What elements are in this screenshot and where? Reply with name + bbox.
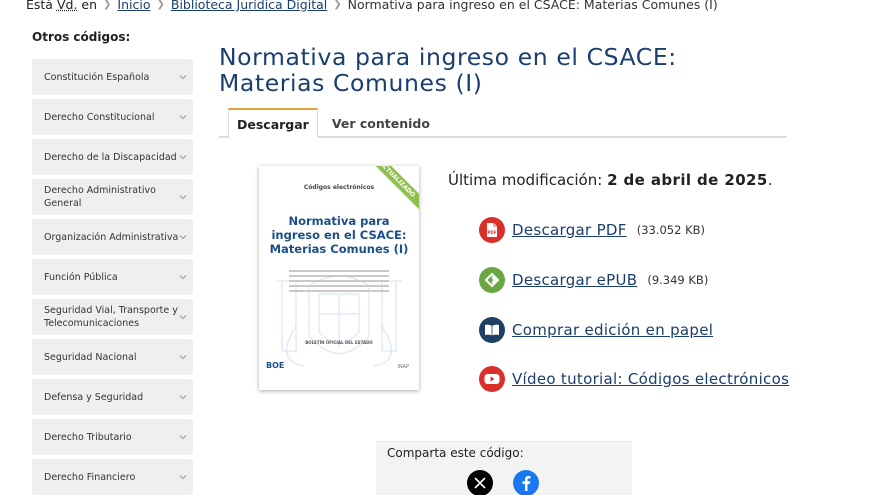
sidebar-item-label: Constitución Española <box>44 71 150 83</box>
sidebar-item-derecho-discapacidad[interactable]: Derecho de la Discapacidad <box>32 139 193 175</box>
sidebar-item-label: Derecho Financiero <box>44 471 136 483</box>
breadcrumb-library-link[interactable]: Biblioteca Jurídica Digital <box>171 0 327 12</box>
pdf-icon[interactable]: PDF <box>479 217 505 243</box>
chevron-down-icon <box>179 473 187 481</box>
sidebar-item-seguridad-nacional[interactable]: Seguridad Nacional <box>32 339 193 375</box>
sidebar-heading: Otros códigos: <box>32 30 131 44</box>
epub-file-size: (9.349 KB) <box>647 273 709 287</box>
share-box: Comparta este código: <box>376 441 632 495</box>
page-title: Normativa para ingreso en el CSACE: Mate… <box>219 43 677 97</box>
book-icon[interactable] <box>479 317 505 343</box>
breadcrumb-home-link[interactable]: Inicio <box>117 0 150 12</box>
svg-text:PDF: PDF <box>488 230 497 235</box>
sidebar-item-label: Defensa y Seguridad <box>44 391 144 403</box>
pdf-file-size: (33.052 KB) <box>636 223 706 237</box>
breadcrumb-prefix: Está Vd. en <box>26 0 98 12</box>
sidebar-item-derecho-tributario[interactable]: Derecho Tributario <box>32 419 193 455</box>
sidebar-item-seguridad-vial[interactable]: Seguridad Vial, Transporte y Telecomunic… <box>32 299 193 335</box>
download-pdf-row: PDF Descargar PDF (33.052 KB) <box>479 217 705 243</box>
chevron-down-icon <box>179 433 187 441</box>
last-modified-label: Última modificación: <box>448 171 603 189</box>
chevron-right-icon: ❯ <box>156 0 165 10</box>
cover-title: Normativa para ingreso en el CSACE: Mate… <box>269 214 409 256</box>
chevron-down-icon <box>179 313 187 321</box>
last-modified: Última modificación: 2 de abril de 2025. <box>448 171 773 189</box>
chevron-down-icon <box>179 393 187 401</box>
sidebar-code-list: Constitución Española Derecho Constituci… <box>32 59 193 495</box>
last-modified-date: 2 de abril de 2025 <box>607 171 768 189</box>
sidebar-item-label: Derecho de la Discapacidad <box>44 151 177 163</box>
youtube-icon[interactable] <box>479 366 505 392</box>
chevron-down-icon <box>179 233 187 241</box>
cover-publisher: BOLETÍN OFICIAL DEL ESTADO <box>305 340 373 345</box>
video-tutorial-link[interactable]: Vídeo tutorial: Códigos electrónicos <box>512 370 789 388</box>
video-tutorial-row: Vídeo tutorial: Códigos electrónicos <box>479 366 789 392</box>
sidebar-item-label: Derecho Constitucional <box>44 111 155 123</box>
sidebar-item-label: Seguridad Vial, Transporte y Telecomunic… <box>44 305 178 329</box>
facebook-icon[interactable] <box>513 470 539 495</box>
cover-text-lines <box>289 270 389 295</box>
chevron-down-icon <box>179 153 187 161</box>
sidebar-item-derecho-financiero[interactable]: Derecho Financiero <box>32 459 193 495</box>
download-pdf-link[interactable]: Descargar PDF <box>512 221 627 239</box>
x-icon[interactable] <box>467 470 493 495</box>
inap-logo: INAP <box>397 364 409 370</box>
chevron-right-icon: ❯ <box>103 0 112 10</box>
epub-icon[interactable] <box>479 267 505 293</box>
cover-series: Códigos electrónicos <box>303 184 375 191</box>
sidebar-item-label: Derecho Administrativo General <box>44 185 156 209</box>
sidebar-item-defensa-seguridad[interactable]: Defensa y Seguridad <box>32 379 193 415</box>
download-epub-link[interactable]: Descargar ePUB <box>512 271 637 289</box>
chevron-down-icon <box>179 273 187 281</box>
chevron-right-icon: ❯ <box>333 0 342 10</box>
breadcrumb-current: Normativa para ingreso en el CSACE: Mate… <box>347 0 718 12</box>
buy-paper-edition-link[interactable]: Comprar edición en papel <box>512 321 713 339</box>
buy-paper-row: Comprar edición en papel <box>479 317 713 343</box>
sidebar-item-constitucion-espanola[interactable]: Constitución Española <box>32 59 193 95</box>
sidebar-item-label: Seguridad Nacional <box>44 351 137 363</box>
share-label: Comparta este código: <box>387 446 524 460</box>
tab-ver-contenido[interactable]: Ver contenido <box>324 108 438 138</box>
boe-logo: BOE <box>266 361 285 370</box>
download-epub-row: Descargar ePUB (9.349 KB) <box>479 267 708 293</box>
chevron-down-icon <box>179 353 187 361</box>
sidebar-item-derecho-administrativo-general[interactable]: Derecho Administrativo General <box>32 179 193 215</box>
chevron-down-icon <box>179 113 187 121</box>
chevron-down-icon <box>179 73 187 81</box>
last-modified-period: . <box>767 171 773 189</box>
content-tabs: Descargar Ver contenido <box>219 108 787 138</box>
sidebar-item-derecho-constitucional[interactable]: Derecho Constitucional <box>32 99 193 135</box>
sidebar-item-funcion-publica[interactable]: Función Pública <box>32 259 193 295</box>
book-cover-image: ACTUALIZADO Códigos electrónicos Normati… <box>259 166 419 390</box>
sidebar-item-organizacion-administrativa[interactable]: Organización Administrativa <box>32 219 193 255</box>
sidebar-item-label: Derecho Tributario <box>44 431 132 443</box>
breadcrumb: Está Vd. en ❯ Inicio ❯ Biblioteca Jurídi… <box>26 0 718 12</box>
chevron-down-icon <box>179 193 187 201</box>
sidebar-item-label: Función Pública <box>44 271 118 283</box>
sidebar-item-label: Organización Administrativa <box>44 231 179 243</box>
tab-descargar[interactable]: Descargar <box>228 108 318 138</box>
